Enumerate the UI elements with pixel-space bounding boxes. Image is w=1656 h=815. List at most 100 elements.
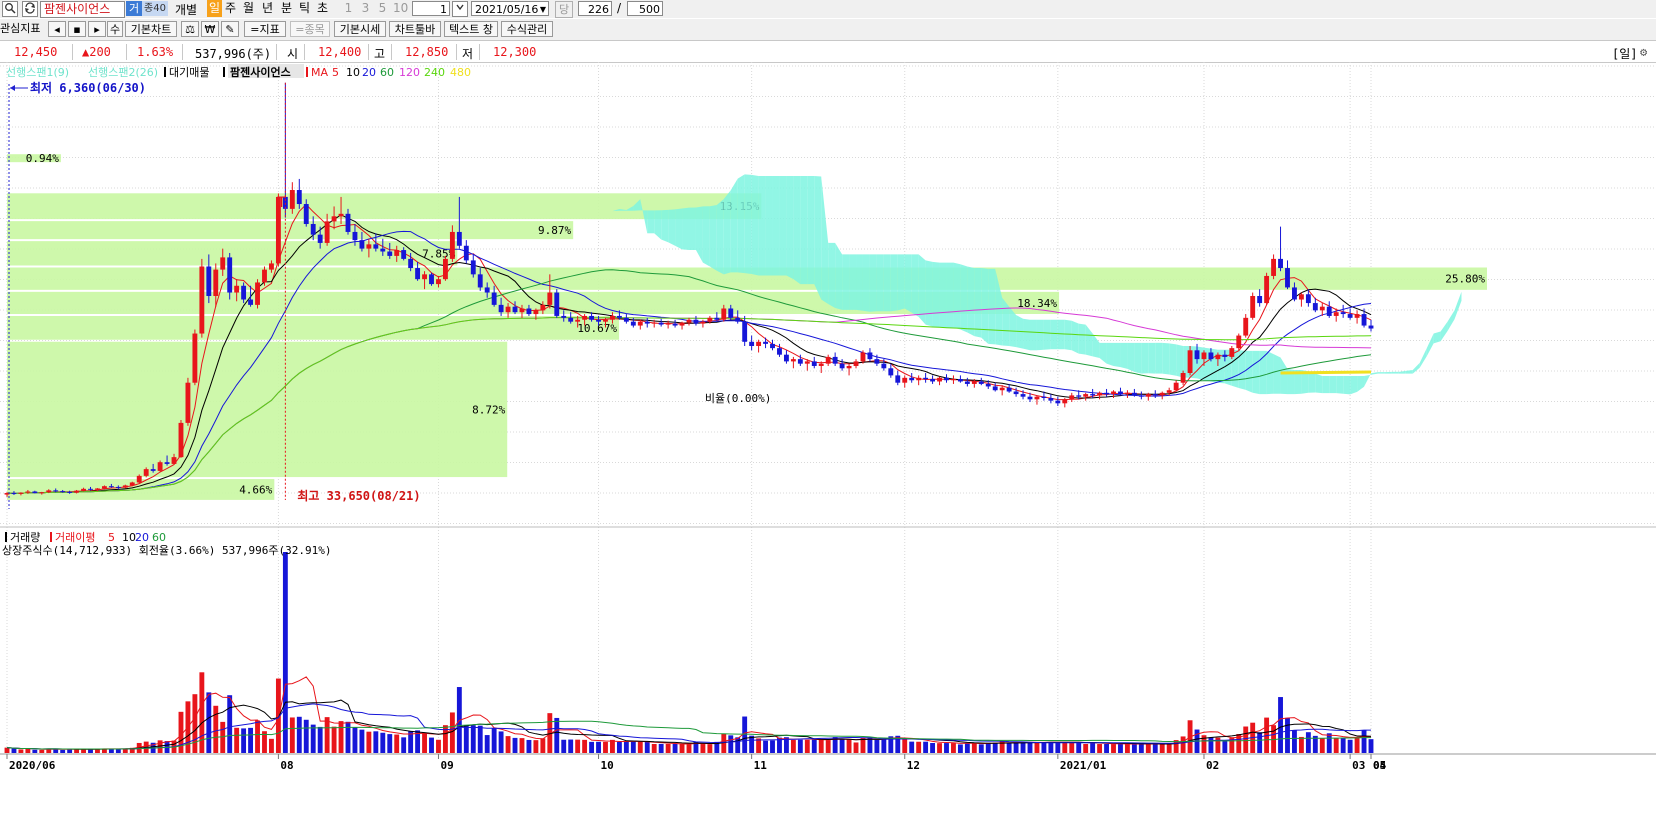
scale-icon[interactable]: ⚖ [181, 21, 199, 37]
period-tab-4[interactable]: 분 [279, 0, 294, 17]
volume-bar [902, 738, 908, 753]
list-icon[interactable]: ▪ [68, 21, 86, 37]
period-tab-2[interactable]: 월 [241, 0, 256, 17]
settings-icon[interactable]: ⚙ [1640, 45, 1647, 59]
candle-body [436, 279, 441, 285]
candle-body [951, 379, 956, 381]
cloud-segment [779, 175, 787, 276]
candle-body [1354, 314, 1360, 318]
candle-body [303, 204, 309, 225]
cloud-segment [960, 264, 968, 333]
count-input[interactable]: 226 [578, 1, 612, 16]
candle-body [1159, 392, 1165, 396]
volume-bar [338, 721, 344, 753]
cloud-segment [1440, 321, 1448, 342]
formula-button[interactable]: 수식관리 [501, 21, 553, 37]
volume-bar [644, 741, 650, 753]
candle-body [1118, 391, 1123, 395]
cloud-segment [661, 209, 669, 243]
badge-right[interactable]: 종40 [142, 1, 168, 16]
candle-body [1104, 392, 1109, 395]
candle-body [429, 274, 434, 285]
candle-body [1368, 325, 1374, 329]
interval-button-3[interactable]: 3 [358, 0, 373, 17]
x-tick-label: 10 [601, 759, 614, 772]
legend-marker [223, 67, 225, 77]
volume-bar [1361, 730, 1367, 753]
cloud-segment [932, 261, 940, 328]
stock-button[interactable]: =종목 [290, 21, 330, 37]
number-icon[interactable]: 수 [107, 21, 123, 37]
text-window-button[interactable]: 텍스트 창 [444, 21, 498, 37]
date-today-button[interactable]: 당 [555, 1, 573, 18]
cloud-segment [737, 174, 745, 274]
volume-bar [846, 739, 852, 753]
cloud-segment [1280, 357, 1288, 395]
interval-button-5[interactable]: 5 [375, 0, 390, 17]
volume-bar [436, 739, 441, 753]
chart-toolbar-button[interactable]: 차트툴바 [389, 21, 441, 37]
volume-bar [804, 739, 810, 753]
date-dropdown-icon[interactable]: ▼ [540, 2, 546, 17]
open-price: 12,400 [318, 45, 362, 59]
candle-body [1034, 396, 1040, 400]
interest-indicator-button[interactable]: 관심지표 [0, 21, 46, 37]
candle-body [582, 315, 588, 320]
cloud-segment [654, 210, 662, 240]
legend-volume-ma-10: 10 [122, 531, 136, 544]
candle-body [387, 251, 393, 256]
candle-body [547, 292, 553, 305]
stock-name-field[interactable]: 팜젠사이언스 [40, 1, 125, 18]
candle-body [143, 469, 149, 476]
candle-body [512, 306, 518, 313]
candle-body [1285, 268, 1290, 288]
volume-bar [269, 738, 274, 753]
candle-body [867, 352, 873, 360]
count-total[interactable]: 500 [627, 1, 663, 16]
search-icon[interactable] [2, 1, 18, 17]
candle-body [1333, 312, 1339, 316]
chevron-down-icon[interactable] [452, 1, 468, 17]
wrench-icon[interactable]: ✎ [221, 21, 239, 37]
candle-body [81, 488, 86, 491]
candle-body [296, 190, 302, 205]
high-annotation: 최고 33,650(08/21) [297, 488, 420, 503]
candle-body [470, 260, 476, 275]
candle-body [157, 462, 163, 471]
x-tick-label: 03 [1352, 759, 1365, 772]
period-tab-3[interactable]: 년 [260, 0, 275, 17]
won-icon[interactable]: ₩ [201, 21, 219, 37]
period-tab-0[interactable]: 일 [207, 0, 222, 17]
cloud-segment [1127, 342, 1135, 372]
candle-body [310, 224, 316, 235]
period-tab-6[interactable]: 초 [315, 0, 330, 17]
prev-arrow-icon[interactable]: ◂ [48, 21, 66, 37]
candle-body [909, 377, 915, 381]
interval-button-10[interactable]: 10 [393, 0, 408, 17]
refresh-icon[interactable] [22, 1, 38, 17]
cloud-segment [981, 268, 989, 344]
volume-bar [220, 721, 226, 753]
cloud-segment [1099, 342, 1107, 364]
candle-body [1152, 394, 1158, 396]
volume-bar [957, 744, 963, 753]
x-tick-label: 02 [1206, 759, 1219, 772]
badge-left[interactable]: 거 [126, 1, 142, 16]
period-tab-1[interactable]: 주 [223, 0, 238, 17]
candle-body [888, 368, 894, 376]
candle-body [978, 381, 984, 384]
interval-input[interactable]: 1 [412, 1, 450, 16]
volume-bar [1340, 737, 1346, 753]
basic-chart-button[interactable]: 기본차트 [125, 21, 177, 37]
interval-button-1[interactable]: 1 [341, 0, 356, 17]
indicator-button[interactable]: =지표 [244, 21, 286, 37]
date-input[interactable]: 2021/05/16 ▼ [471, 1, 549, 16]
next-arrow-icon[interactable]: ▸ [88, 21, 106, 37]
candle-body [610, 315, 615, 320]
period-tab-5[interactable]: 틱 [297, 0, 312, 17]
change-percent: 1.63% [137, 45, 174, 59]
view-mode-button[interactable]: 개별 [175, 1, 197, 18]
basic-quote-button[interactable]: 기본시세 [334, 21, 386, 37]
candle-body [39, 492, 45, 494]
candle-body [1271, 258, 1277, 276]
